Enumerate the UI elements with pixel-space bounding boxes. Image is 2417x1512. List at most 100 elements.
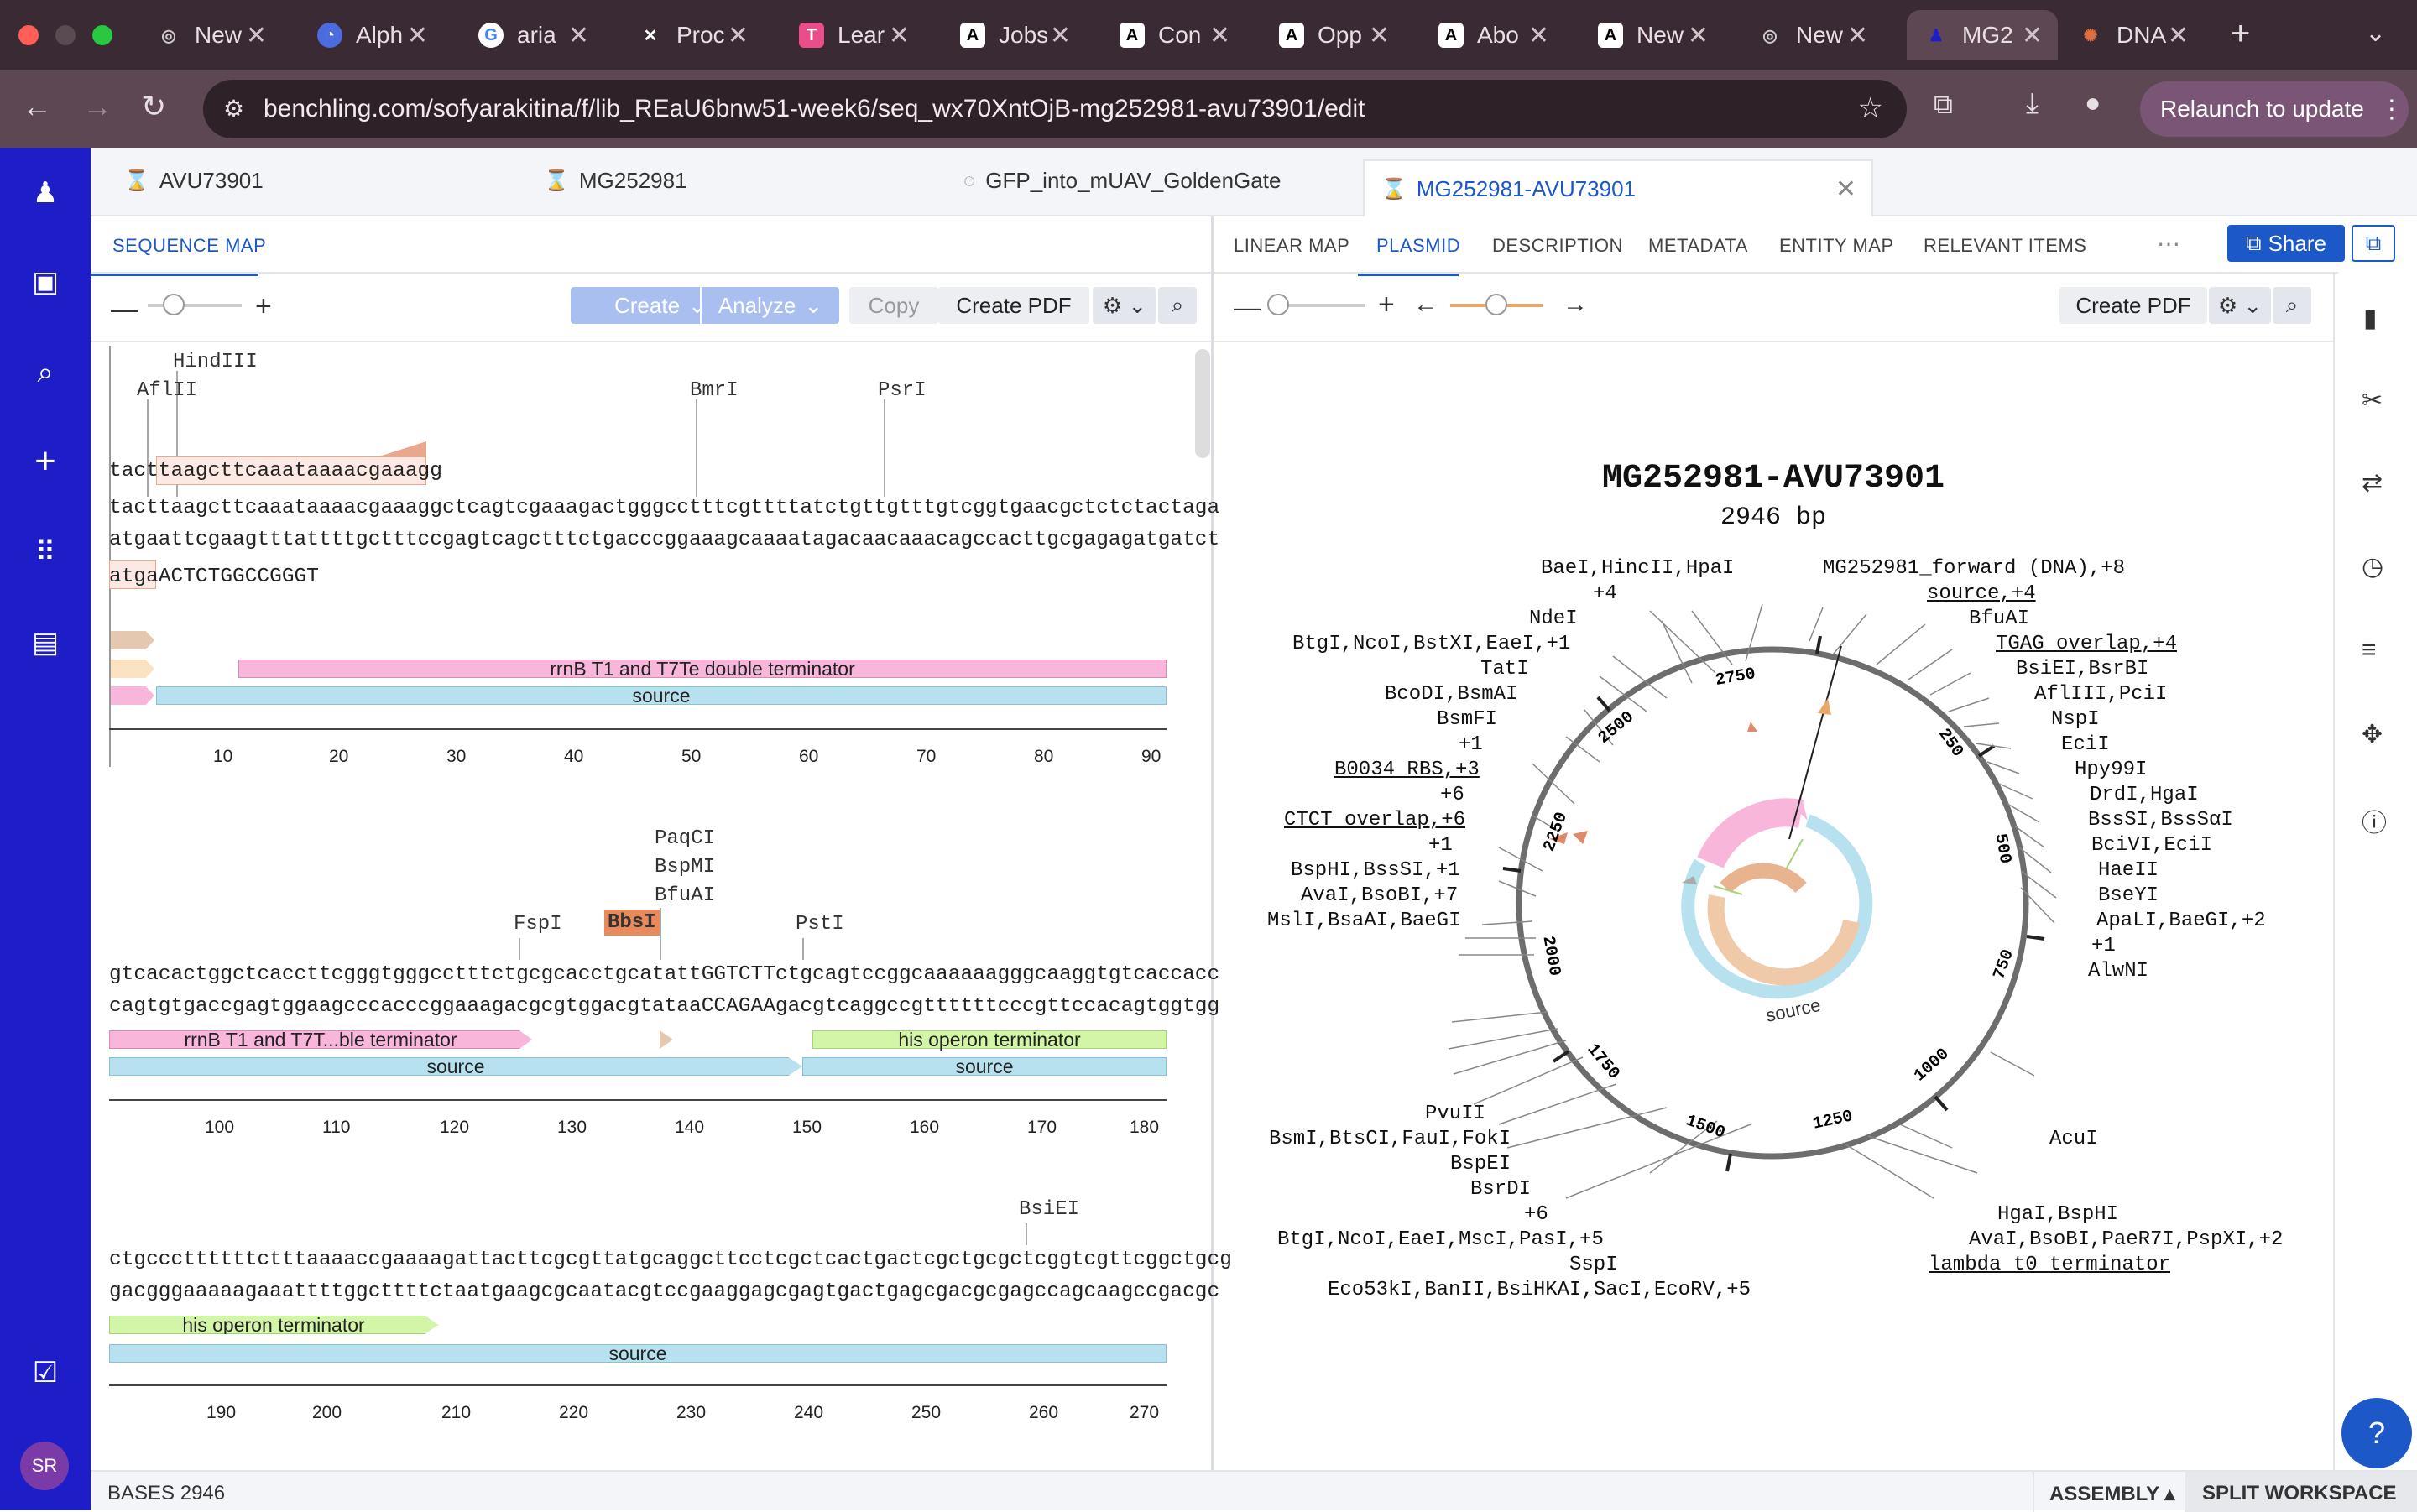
browser-tab[interactable]: ◎ New ✕ xyxy=(1757,10,1883,60)
map-label[interactable]: +1 xyxy=(2091,935,2116,957)
map-label[interactable]: ApaLI,BaeGI,+2 xyxy=(2096,910,2266,932)
map-label[interactable]: NdeI xyxy=(1529,607,1578,630)
map-label[interactable]: BssSI,BssSαI xyxy=(2088,809,2233,832)
back-arrow-icon[interactable]: ← xyxy=(22,89,52,124)
folder-sync-icon[interactable]: ▤ xyxy=(25,623,65,663)
create-pdf-button[interactable]: Create PDF xyxy=(938,287,1089,324)
feature-label-b0034-rbs[interactable]: B0034 RBS,+3 xyxy=(1334,759,1480,781)
browser-tab[interactable]: T Lear ✕ xyxy=(799,10,925,60)
feature-label-ctct-overlap[interactable]: CTCT overlap,+6 xyxy=(1284,809,1465,832)
map-label[interactable]: MG252981_forward (DNA),+8 xyxy=(1823,557,2125,580)
split-workspace-button[interactable]: SPLIT WORKSPACE xyxy=(2185,1472,2417,1512)
close-icon[interactable]: ✕ xyxy=(1688,21,1709,50)
download-icon[interactable]: ⤓ xyxy=(2026,87,2039,120)
close-icon[interactable]: ✕ xyxy=(1847,21,1868,50)
close-icon[interactable]: ✕ xyxy=(246,21,267,50)
map-label[interactable]: +6 xyxy=(1440,784,1464,806)
tab-sequence-map[interactable]: SEQUENCE MAP xyxy=(112,235,266,257)
browser-tab[interactable]: ◔ Alph ✕ xyxy=(317,10,443,60)
copy-button[interactable]: Copy xyxy=(849,287,938,324)
assembly-button[interactable]: ASSEMBLY ▴ xyxy=(2049,1482,2174,1506)
doc-tab[interactable]: ◌ GFP_into_mUAV_GoldenGate xyxy=(963,168,1281,194)
find-icon[interactable]: ⌕ xyxy=(1158,287,1197,324)
zoom-slider[interactable] xyxy=(148,304,242,307)
history-icon[interactable]: ◷ xyxy=(2362,552,2383,581)
close-icon[interactable]: ✕ xyxy=(2022,21,2043,50)
close-icon[interactable]: ✕ xyxy=(1050,21,1071,50)
new-tab-button[interactable]: + xyxy=(2231,15,2250,53)
map-label[interactable]: SspI xyxy=(1569,1254,1618,1276)
map-label[interactable]: NspI xyxy=(2051,708,2100,731)
map-label[interactable]: AvaI,BsoBI,+7 xyxy=(1301,884,1458,907)
analyze-button[interactable]: Analyze ⌄ xyxy=(702,287,839,324)
browser-tab[interactable]: ◎ New ✕ xyxy=(156,10,282,60)
browser-tab[interactable]: ✕ Proc ✕ xyxy=(638,10,764,60)
map-label[interactable]: +1 xyxy=(1428,834,1453,857)
url-input[interactable]: ⚙ benchling.com/sofyarakitina/f/lib_REaU… xyxy=(203,80,1907,138)
doc-tab[interactable]: ⌛ MG252981 xyxy=(544,168,687,194)
benchling-logo-icon[interactable]: ♟ xyxy=(25,173,65,213)
close-icon[interactable]: ✕ xyxy=(1209,21,1230,50)
map-label[interactable]: BaeI,HincII,HpaI xyxy=(1541,557,1734,580)
help-button[interactable]: ? xyxy=(2341,1398,2412,1468)
browser-tab[interactable]: A New ✕ xyxy=(1598,10,1724,60)
map-label[interactable]: BtgI,NcoI,BstXI,EaeI,+1 xyxy=(1292,633,1570,655)
map-label[interactable]: MslI,BsaAI,BaeGI xyxy=(1267,910,1460,932)
map-label[interactable]: AlwNI xyxy=(2088,960,2148,983)
map-label[interactable]: AcuI xyxy=(2049,1128,2098,1150)
map-label[interactable]: BsrDI xyxy=(1470,1178,1531,1201)
scrollbar-thumb[interactable] xyxy=(1195,349,1210,458)
map-label[interactable]: BcoDI,BsmAI xyxy=(1385,683,1517,706)
info-icon[interactable]: ⓘ xyxy=(2362,802,2387,839)
tab-list-chevron-icon[interactable]: ⌄ xyxy=(2365,18,2386,48)
close-icon[interactable]: ✕ xyxy=(889,21,910,50)
swap-icon[interactable]: ⇄ xyxy=(2362,468,2383,498)
list-icon[interactable]: ≡ xyxy=(2362,636,2377,665)
extensions-icon[interactable]: ⧉ xyxy=(1934,89,1953,121)
close-window-button[interactable] xyxy=(18,25,39,45)
doc-tab[interactable]: ⌛ AVU73901 xyxy=(124,168,264,194)
reload-icon[interactable]: ↻ xyxy=(141,89,166,124)
map-label[interactable]: DrdI,HgaI xyxy=(2090,784,2199,806)
close-icon[interactable]: ✕ xyxy=(568,21,589,50)
close-icon[interactable]: ✕ xyxy=(2168,21,2189,50)
close-icon[interactable]: ✕ xyxy=(1835,175,1856,204)
bookmark-icon[interactable]: ▮ xyxy=(2363,304,2378,333)
star-icon[interactable]: ☆ xyxy=(1858,91,1883,125)
map-label[interactable]: BfuAI xyxy=(1969,607,2029,630)
map-label[interactable]: BsmI,BtsCI,FauI,FokI xyxy=(1269,1128,1511,1150)
map-label[interactable]: BsmFI xyxy=(1437,708,1497,731)
map-label[interactable]: +6 xyxy=(1524,1203,1548,1226)
map-label[interactable]: AflIII,PciI xyxy=(2034,683,2167,706)
browser-tab[interactable]: A Con ✕ xyxy=(1120,10,1245,60)
map-label[interactable]: TatI xyxy=(1480,658,1529,680)
zoom-in-icon[interactable]: + xyxy=(255,290,272,323)
map-label[interactable]: BtgI,NcoI,EaeI,MscI,PasI,+5 xyxy=(1277,1228,1604,1251)
browser-tab[interactable]: Garia ✕ xyxy=(478,10,604,60)
avatar[interactable]: SR xyxy=(20,1442,69,1490)
apps-grid-icon[interactable]: ⠿ xyxy=(25,532,65,572)
zoom-slider-handle[interactable] xyxy=(163,294,185,315)
close-icon[interactable]: ✕ xyxy=(407,21,428,50)
briefcase-icon[interactable]: ▣ xyxy=(25,262,65,302)
close-icon[interactable]: ✕ xyxy=(1369,21,1390,50)
browser-tab-active[interactable]: ♟ MG2 ✕ xyxy=(1907,10,2058,60)
minimize-window-button[interactable] xyxy=(55,25,76,45)
map-label[interactable]: +1 xyxy=(1459,733,1483,756)
close-icon[interactable]: ✕ xyxy=(1528,21,1549,50)
forward-arrow-icon[interactable]: → xyxy=(82,89,112,124)
map-label[interactable]: HgaI,BspHI xyxy=(1997,1203,2118,1226)
feature-label-lambda-t0-terminator[interactable]: lambda t0 terminator xyxy=(1929,1254,2170,1276)
doc-tab-active[interactable]: ⌛ MG252981-AVU73901 ✕ xyxy=(1363,159,1873,216)
map-label[interactable]: AvaI,BsoBI,PaeR7I,PspXI,+2 xyxy=(1969,1228,2283,1251)
map-label[interactable]: HaeII xyxy=(2098,859,2159,882)
map-label[interactable]: BspHI,BssSI,+1 xyxy=(1291,859,1460,882)
map-label[interactable]: +4 xyxy=(1593,582,1617,605)
map-label[interactable]: EciI xyxy=(2061,733,2110,756)
feature-label-source[interactable]: source,+4 xyxy=(1927,582,2036,605)
map-label[interactable]: BspEI xyxy=(1450,1153,1511,1176)
site-settings-icon[interactable]: ⚙ xyxy=(223,95,244,123)
profile-icon[interactable]: ● xyxy=(2085,87,2101,118)
map-label[interactable]: PvuII xyxy=(1425,1103,1485,1125)
relaunch-button[interactable]: Relaunch to update ⋮ xyxy=(2140,81,2409,137)
